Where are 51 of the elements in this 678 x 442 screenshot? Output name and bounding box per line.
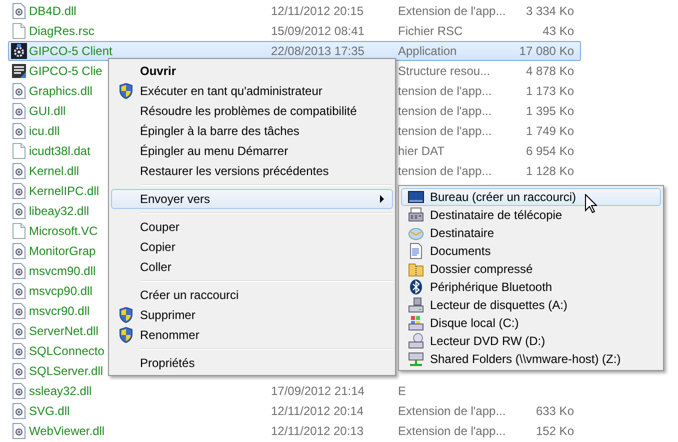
file-size: 43 Ko: [542, 24, 574, 38]
file-date: 12/11/2012 20:15: [271, 4, 364, 18]
file-name: libeay32.dll: [29, 204, 90, 218]
file-size: 6 954 Ko: [526, 144, 574, 158]
file-name: icudt38l.dat: [29, 144, 90, 158]
file-date: 15/09/2012 08:41: [271, 24, 364, 38]
file-size: 1 173 Ko: [526, 84, 574, 98]
file-name: DiagRes.rsc: [29, 24, 94, 38]
file-name: SQLServer.dll: [29, 364, 104, 378]
file-size: 3 334 Ko: [526, 4, 574, 18]
file-name: msvcm90.dll: [29, 264, 96, 278]
file-name: GIPCO-5 Clie: [29, 64, 102, 78]
file-type: Extension de l'app...: [398, 4, 506, 18]
file-date: 17/09/2012 21:14: [271, 384, 364, 398]
file-name: ServerNet.dll: [29, 324, 98, 338]
file-name: SQLConnecto: [29, 344, 104, 358]
file-size: 4 878 Ko: [526, 64, 574, 78]
file-type: Extension de l'app...: [398, 424, 506, 438]
file-type: Application: [398, 44, 457, 58]
file-size: 1 395 Ko: [526, 104, 574, 118]
file-size: 1 128 Ko: [526, 164, 574, 178]
file-type: tension de l'app...: [398, 124, 492, 138]
file-size: 152 Ko: [536, 424, 574, 438]
file-name: msvcr90.dll: [29, 304, 90, 318]
file-name: WebViewer.dll: [29, 424, 105, 438]
file-date: 22/08/2013 17:35: [271, 44, 364, 58]
file-name: Microsoft.VC: [29, 224, 98, 238]
file-type: hier DAT: [398, 144, 444, 158]
file-name: GUI.dll: [29, 104, 66, 118]
file-type: Extension de l'app...: [398, 404, 506, 418]
file-name: Kernel.dll: [29, 164, 80, 178]
file-name: DB4D.dll: [29, 4, 76, 18]
file-name: MonitorGrap: [29, 244, 96, 258]
file-type: E: [398, 384, 406, 398]
file-type: Fichier RSC: [398, 24, 463, 38]
file-type: Structure resou...: [398, 64, 490, 78]
file-name: KernelIPC.dll: [29, 184, 100, 198]
file-name: icu.dll: [29, 124, 60, 138]
file-name: SVG.dll: [29, 404, 70, 418]
file-name: msvcp90.dll: [29, 284, 92, 298]
file-type: tension de l'app...: [398, 164, 492, 178]
file-type: tension de l'app...: [398, 104, 492, 118]
file-size: 17 080 Ko: [519, 44, 574, 58]
file-name: ssleay32.dll: [29, 384, 92, 398]
file-date: 12/11/2012 20:13: [271, 424, 364, 438]
file-size: 633 Ko: [536, 404, 574, 418]
file-size: 1 749 Ko: [526, 124, 574, 138]
file-date: 12/11/2012 20:14: [271, 404, 364, 418]
file-type: tension de l'app...: [398, 84, 492, 98]
file-name: GIPCO-5 Client: [29, 44, 112, 58]
file-name: Graphics.dll: [29, 84, 92, 98]
